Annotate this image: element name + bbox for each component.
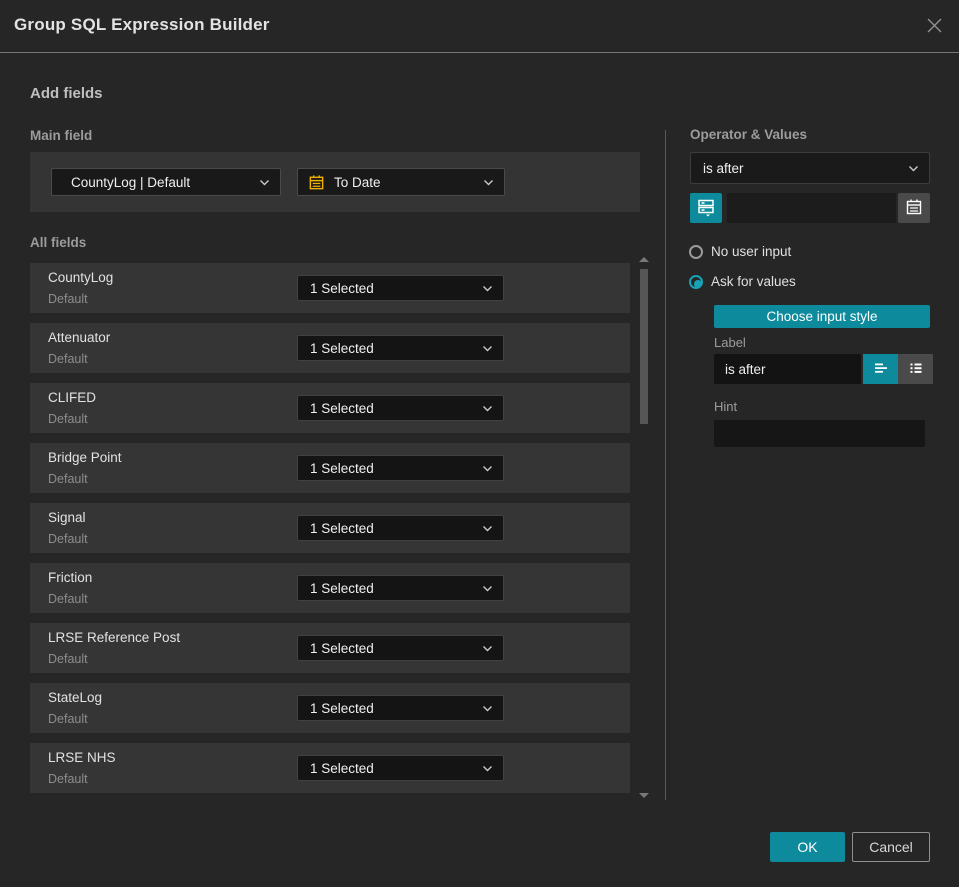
operator-values-heading: Operator & Values [690,127,808,142]
chevron-down-icon [482,525,503,532]
field-values-select[interactable]: 1 Selected [297,695,504,721]
align-left-icon [872,359,890,380]
field-source: Default [48,592,88,606]
scrollbar-thumb[interactable] [640,269,648,424]
label-field-label: Label [714,335,746,350]
dialog-title: Group SQL Expression Builder [14,15,270,34]
close-icon [926,17,943,37]
chevron-down-icon [482,645,503,652]
hint-field-label: Hint [714,399,738,414]
field-row: Bridge Point Default 1 Selected [30,443,630,493]
chevron-down-icon [482,465,503,472]
field-values-select[interactable]: 1 Selected [297,335,504,361]
scrollbar-up-icon[interactable] [639,257,649,262]
cancel-button[interactable]: Cancel [852,832,930,862]
field-values-select[interactable]: 1 Selected [297,455,504,481]
field-row: CLIFED Default 1 Selected [30,383,630,433]
get-values-button[interactable] [690,193,722,223]
field-values-select[interactable]: 1 Selected [297,395,504,421]
ok-button[interactable]: OK [770,832,845,862]
radio-icon [689,244,703,259]
chevron-down-icon [482,405,503,412]
field-source: Default [48,532,88,546]
chevron-down-icon [259,179,280,186]
operator-select[interactable]: is after [690,152,930,184]
chevron-down-icon [908,165,929,172]
field-source: Default [48,772,88,786]
field-source: Default [48,712,88,726]
calendar-icon [905,198,923,219]
chevron-down-icon [483,179,504,186]
field-values-select[interactable]: 1 Selected [297,635,504,661]
field-name: LRSE Reference Post [48,630,181,645]
list-scrollbar[interactable] [636,255,652,800]
field-values-select[interactable]: 1 Selected [297,755,504,781]
field-row: Friction Default 1 Selected [30,563,630,613]
date-field-select[interactable]: To Date [297,168,505,196]
group-sql-expression-builder-dialog: Group SQL Expression Builder Add fields … [0,0,959,887]
all-fields-list: CountyLog Default 1 Selected Attenuator … [30,263,630,803]
field-values-select[interactable]: 1 Selected [297,575,504,601]
add-fields-heading: Add fields [30,85,103,102]
field-source: Default [48,412,88,426]
calendar-icon [308,174,325,191]
field-source: Default [48,472,88,486]
field-name: Signal [48,510,86,525]
field-values-select[interactable]: 1 Selected [297,515,504,541]
list-icon [907,359,925,380]
field-source: Default [48,652,88,666]
main-field-panel: CountyLog | Default To Date [30,152,640,212]
single-value-style-button[interactable] [863,354,898,384]
scrollbar-down-icon[interactable] [639,793,649,798]
field-name: Friction [48,570,93,585]
choose-input-style-button[interactable]: Choose input style [714,305,930,328]
chevron-down-icon [482,765,503,772]
titlebar: Group SQL Expression Builder [0,0,959,53]
chevron-down-icon [482,285,503,292]
radio-no-user-input[interactable]: No user input [689,244,791,259]
field-row: Attenuator Default 1 Selected [30,323,630,373]
field-values-select[interactable]: 1 Selected [297,275,504,301]
field-name: Bridge Point [48,450,122,465]
chevron-down-icon [482,345,503,352]
main-field-label: Main field [30,128,93,143]
main-field-select[interactable]: CountyLog | Default [51,168,281,196]
label-input[interactable] [714,354,861,384]
date-picker-button[interactable] [898,193,930,223]
field-name: CLIFED [48,390,97,405]
field-name: LRSE NHS [48,750,116,765]
field-row: CountyLog Default 1 Selected [30,263,630,313]
panel-divider [665,130,666,800]
all-fields-label: All fields [30,235,87,250]
layers-values-icon [696,197,716,220]
chevron-down-icon [482,705,503,712]
hint-input[interactable] [714,420,925,447]
field-source: Default [48,292,88,306]
field-name: Attenuator [48,330,111,345]
list-style-button[interactable] [898,354,933,384]
field-row: LRSE NHS Default 1 Selected [30,743,630,793]
field-row: StateLog Default 1 Selected [30,683,630,733]
close-button[interactable] [921,14,947,40]
chevron-down-icon [482,585,503,592]
field-row: Signal Default 1 Selected [30,503,630,553]
field-name: CountyLog [48,270,114,285]
radio-ask-for-values[interactable]: Ask for values [689,274,796,289]
field-source: Default [48,352,88,366]
radio-icon [689,274,703,289]
value-input[interactable] [727,193,896,223]
field-row: LRSE Reference Post Default 1 Selected [30,623,630,673]
field-name: StateLog [48,690,103,705]
